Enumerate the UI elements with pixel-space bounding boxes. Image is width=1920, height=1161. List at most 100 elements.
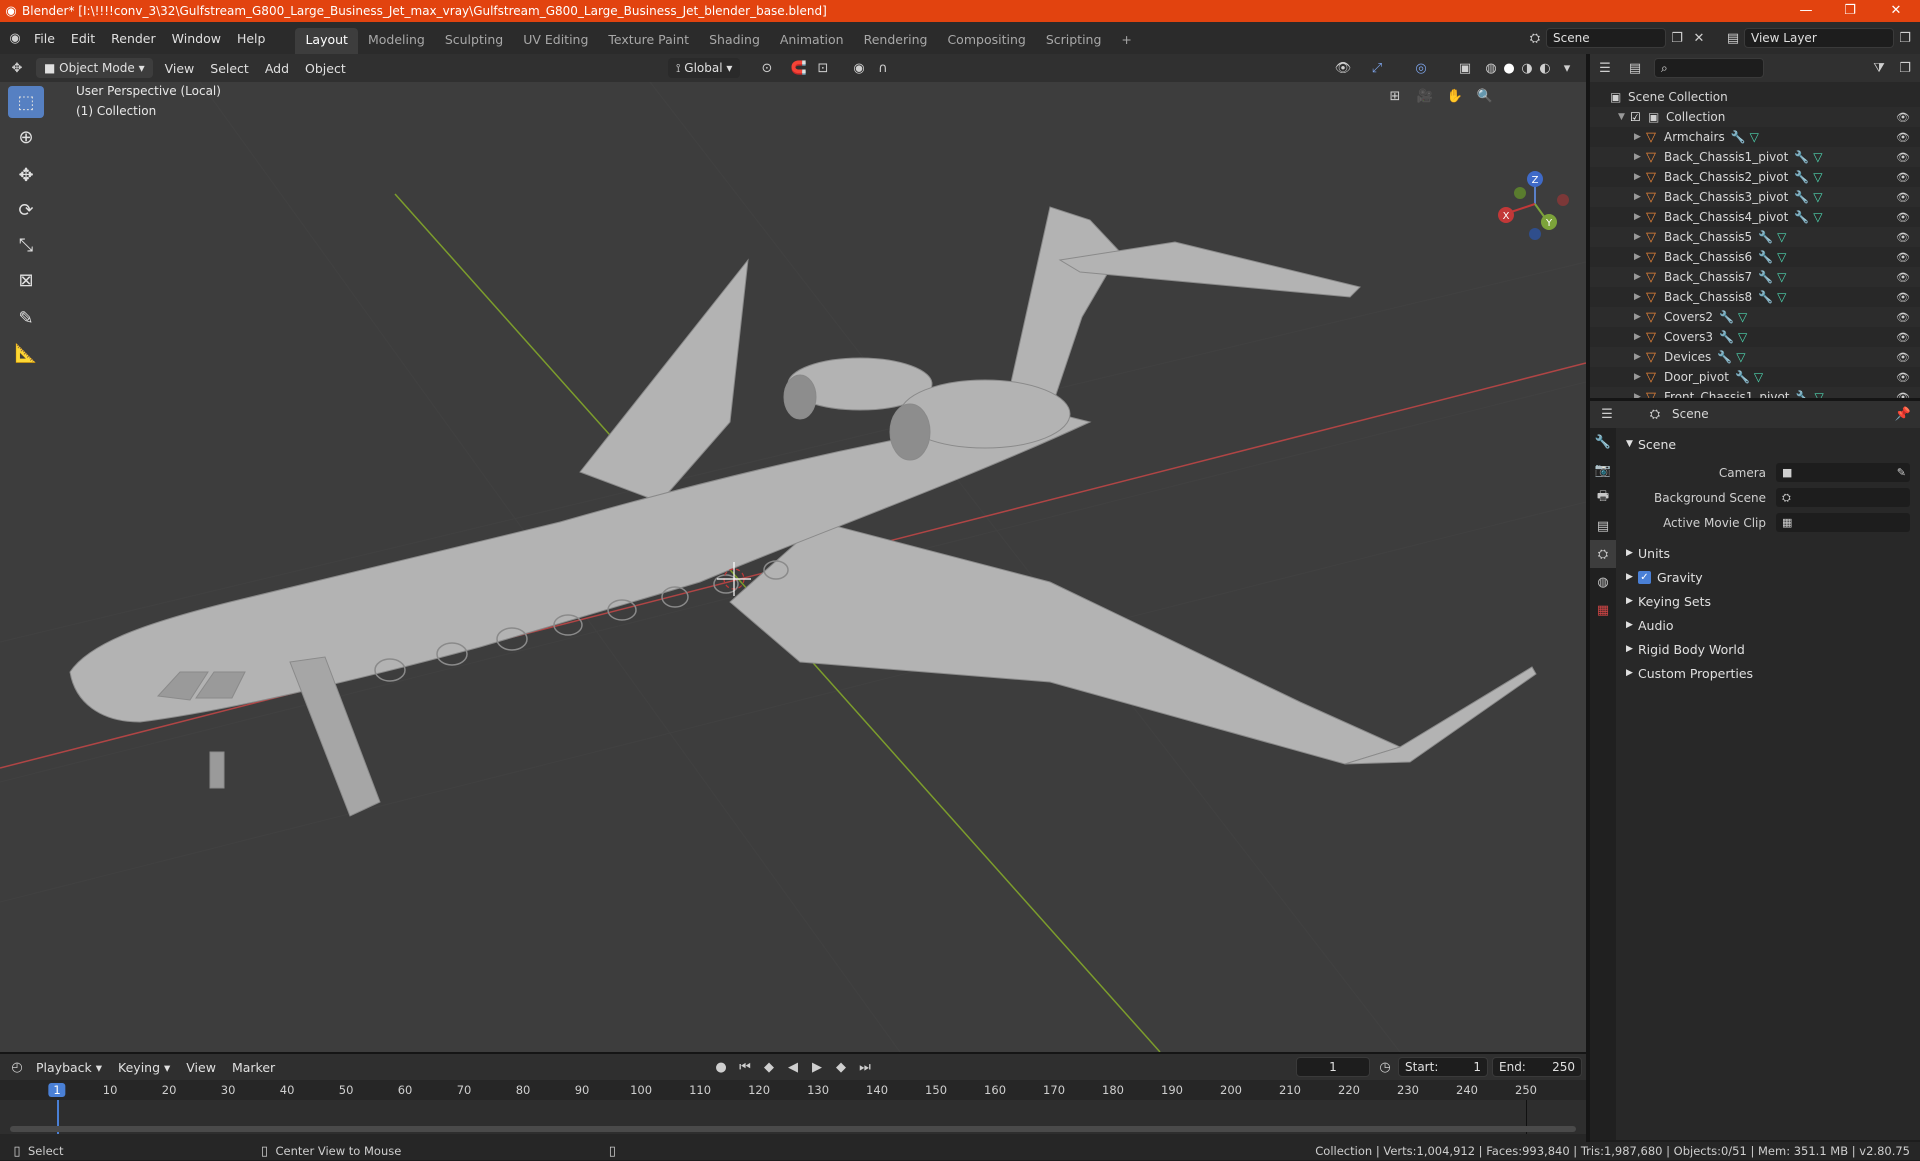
timeline-menu-keying[interactable]: Keying ▾ [110, 1060, 178, 1075]
background-scene-field[interactable]: ⛭ [1776, 488, 1910, 507]
eye-icon[interactable]: 👁 [1896, 131, 1910, 144]
outliner-item[interactable]: ▶ ▽ Back_Chassis3_pivot 🔧 ▽ 👁 [1590, 187, 1920, 207]
prev-keyframe-icon[interactable]: ◆ [758, 1057, 780, 1077]
outliner-search-input[interactable]: ⌕ [1654, 58, 1764, 78]
tab-layout[interactable]: Layout [295, 28, 358, 54]
outliner-editor-type-icon[interactable]: ☰ [1594, 58, 1616, 78]
tab-uv-editing[interactable]: UV Editing [513, 28, 598, 54]
expand-icon[interactable]: ▶ [1634, 192, 1646, 202]
outliner-item[interactable]: ▶ ▽ Back_Chassis5 🔧 ▽ 👁 [1590, 227, 1920, 247]
eyedropper-icon[interactable]: ✎ [1897, 466, 1906, 479]
snap-target-icon[interactable]: ⊡ [812, 58, 834, 78]
expand-icon[interactable]: ▶ [1634, 132, 1646, 142]
outliner-item[interactable]: ▶ ▽ Back_Chassis2_pivot 🔧 ▽ 👁 [1590, 167, 1920, 187]
jump-end-icon[interactable]: ⏭ [854, 1057, 876, 1077]
viewport-menu-view[interactable]: View [157, 61, 203, 76]
eye-icon[interactable]: 👁 [1896, 271, 1910, 284]
gravity-panel[interactable]: ▶ ✓ Gravity [1616, 565, 1920, 589]
pin-icon[interactable]: 📌 [1892, 404, 1914, 424]
eye-icon[interactable]: 👁 [1896, 151, 1910, 164]
viewport-menu-object[interactable]: Object [297, 61, 354, 76]
modifier-icon[interactable]: 🔧 [1719, 330, 1734, 344]
editor-type-icon[interactable]: ✥ [6, 58, 28, 78]
eye-icon[interactable]: 👁 [1896, 111, 1910, 124]
timeline-menu-marker[interactable]: Marker [224, 1060, 283, 1075]
movie-clip-field[interactable]: ▦ [1776, 513, 1910, 532]
eye-icon[interactable]: 👁 [1896, 331, 1910, 344]
measure-tool[interactable]: 📐 [8, 337, 44, 369]
tab-texture-paint[interactable]: Texture Paint [598, 28, 699, 54]
tab-compositing[interactable]: Compositing [937, 28, 1035, 54]
tab-sculpting[interactable]: Sculpting [435, 28, 513, 54]
expand-icon[interactable]: ▶ [1634, 272, 1646, 282]
play-reverse-icon[interactable]: ◀ [782, 1057, 804, 1077]
timeline-track[interactable] [0, 1100, 1586, 1134]
mesh-data-icon[interactable]: ▽ [1777, 270, 1786, 284]
mesh-data-icon[interactable]: ▽ [1738, 310, 1747, 324]
next-keyframe-icon[interactable]: ◆ [830, 1057, 852, 1077]
expand-icon[interactable]: ▶ [1634, 252, 1646, 262]
modifier-icon[interactable]: 🔧 [1758, 250, 1773, 264]
mesh-data-icon[interactable]: ▽ [1750, 130, 1759, 144]
expand-icon[interactable]: ▶ [1634, 372, 1646, 382]
mesh-data-icon[interactable]: ▽ [1777, 290, 1786, 304]
menu-file[interactable]: File [26, 31, 63, 46]
modifier-icon[interactable]: 🔧 [1794, 170, 1809, 184]
outliner-item[interactable]: ▶ ▽ Back_Chassis6 🔧 ▽ 👁 [1590, 247, 1920, 267]
mesh-data-icon[interactable]: ▽ [1777, 230, 1786, 244]
outliner-item[interactable]: ▶ ▽ Covers3 🔧 ▽ 👁 [1590, 327, 1920, 347]
world-tab-icon[interactable]: ◍ [1590, 568, 1616, 596]
gizmo-toggle-icon[interactable]: ⤢ [1366, 58, 1388, 78]
expand-icon[interactable]: ▶ [1634, 172, 1646, 182]
pan-view-icon[interactable]: ✋ [1444, 86, 1466, 106]
mesh-data-icon[interactable]: ▽ [1777, 250, 1786, 264]
expand-icon[interactable]: ▶ [1634, 232, 1646, 242]
modifier-icon[interactable]: 🔧 [1758, 230, 1773, 244]
zoom-view-icon[interactable]: 🔍 [1474, 86, 1496, 106]
outliner-item[interactable]: ▶ ▽ Covers2 🔧 ▽ 👁 [1590, 307, 1920, 327]
render-tab-icon[interactable]: 📷 [1590, 456, 1616, 484]
eye-icon[interactable]: 👁 [1896, 251, 1910, 264]
rigid-body-world-panel[interactable]: ▶ Rigid Body World [1616, 637, 1920, 661]
tool-tab-icon[interactable]: 🔧 [1590, 428, 1616, 456]
frame-ruler[interactable]: 1 10 20 30 40 50 60 70 80 90 100 110 120 130 140 150 160… [0, 1080, 1586, 1100]
properties-editor-type-icon[interactable]: ☰ [1596, 404, 1618, 424]
menu-render[interactable]: Render [103, 31, 164, 46]
mesh-data-icon[interactable]: ▽ [1754, 370, 1763, 384]
scene-tab-icon[interactable]: ⛭ [1590, 540, 1616, 568]
eye-icon[interactable]: 👁 [1896, 371, 1910, 384]
viewport-menu-select[interactable]: Select [202, 61, 257, 76]
outliner-item[interactable]: ▶ ▽ Door_pivot 🔧 ▽ 👁 [1590, 367, 1920, 387]
display-mode-icon[interactable]: ▤ [1624, 58, 1646, 78]
play-icon[interactable]: ▶ [806, 1057, 828, 1077]
eye-icon[interactable]: 👁 [1896, 311, 1910, 324]
falloff-icon[interactable]: ∩ [872, 58, 894, 78]
menu-edit[interactable]: Edit [63, 31, 103, 46]
scene-selector[interactable]: Scene [1546, 28, 1666, 48]
annotate-tool[interactable]: ✎ [8, 302, 44, 334]
xray-icon[interactable]: ▣ [1454, 58, 1476, 78]
cursor-tool[interactable]: ⊕ [8, 121, 44, 153]
ortho-toggle-icon[interactable]: ⊞ [1384, 86, 1406, 106]
output-tab-icon[interactable]: 🖶 [1590, 484, 1616, 512]
mesh-data-icon[interactable]: ▽ [1813, 210, 1822, 224]
tab-modeling[interactable]: Modeling [358, 28, 435, 54]
mesh-data-icon[interactable]: ▽ [1813, 190, 1822, 204]
jump-start-icon[interactable]: ⏮ [734, 1057, 756, 1077]
timeline-scrollbar[interactable] [10, 1126, 1576, 1132]
modifier-icon[interactable]: 🔧 [1735, 370, 1750, 384]
outliner-collection[interactable]: ▼ ☑ ▣ Collection 👁 [1590, 107, 1920, 127]
transform-tool[interactable]: ⊠ [8, 264, 44, 296]
transform-orientation-selector[interactable]: ⟟ Global ▾ [668, 58, 741, 78]
outliner-scene-collection[interactable]: ▣ Scene Collection [1590, 87, 1920, 107]
maximize-button[interactable]: ❐ [1828, 0, 1872, 22]
end-frame-field[interactable]: End: 250 [1492, 1057, 1582, 1077]
modifier-icon[interactable]: 🔧 [1758, 270, 1773, 284]
expand-icon[interactable]: ▶ [1634, 312, 1646, 322]
mesh-data-icon[interactable]: ▽ [1813, 170, 1822, 184]
timeline-editor-type-icon[interactable]: ◴ [6, 1057, 28, 1077]
move-tool[interactable]: ✥ [8, 159, 44, 191]
tab-rendering[interactable]: Rendering [854, 28, 938, 54]
expand-icon[interactable]: ▶ [1634, 332, 1646, 342]
texture-tab-icon[interactable]: ▦ [1590, 596, 1616, 624]
